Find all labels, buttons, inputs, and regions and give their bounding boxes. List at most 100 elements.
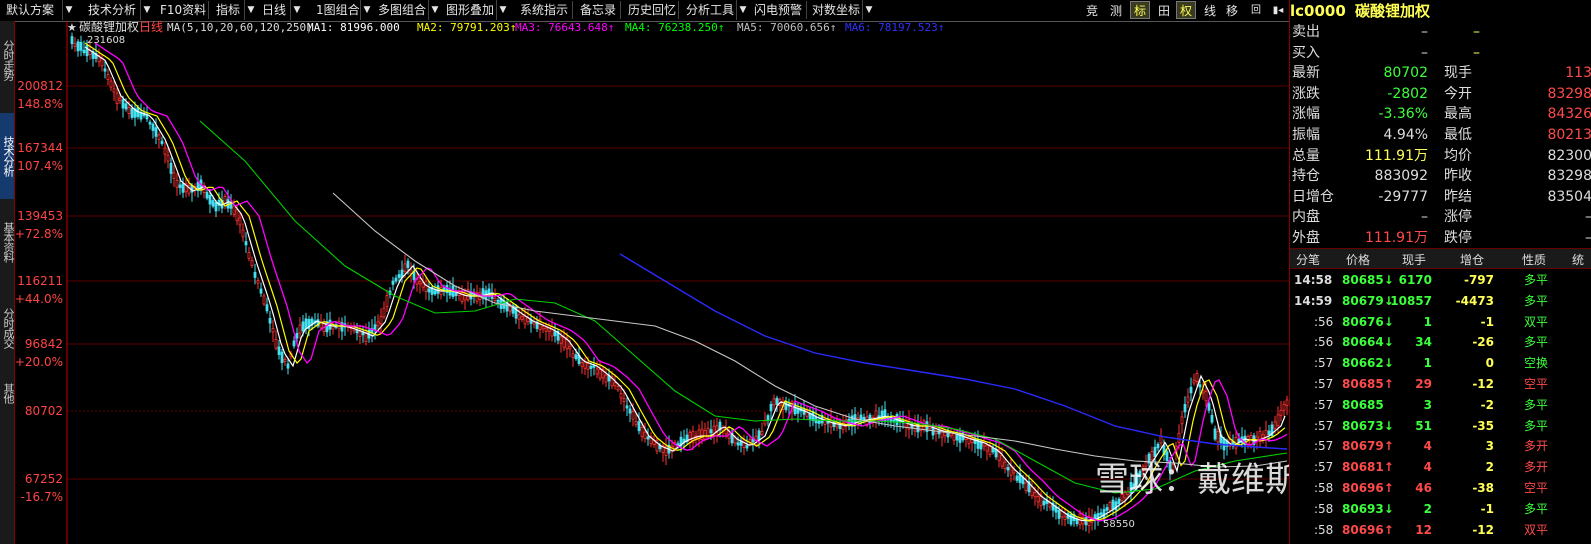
tick-price: 80664↓: [1342, 335, 1394, 350]
candle-body: [433, 290, 437, 295]
tick-row[interactable]: 14:58 80685↓ 6170 -797 多平: [1290, 270, 1591, 290]
y-axis-pct-label: 148.8%: [17, 97, 63, 111]
grid-icon[interactable]: 田: [1154, 1, 1174, 19]
tool-mark[interactable]: 标: [1130, 1, 1150, 19]
ma-legend-label: MA3: 76643.648↑: [515, 21, 614, 34]
tab-technical-analysis[interactable]: 技术分析: [0, 113, 15, 199]
candle-body: [256, 280, 260, 284]
candle-body: [1000, 454, 1004, 467]
menu-system-indicator[interactable]: 系统指示: [520, 0, 568, 20]
tick-row[interactable]: :57 80685 3 -2 多平: [1290, 395, 1591, 415]
menu-overlay[interactable]: 图形叠加: [446, 0, 494, 20]
menu-default-scheme[interactable]: 默认方案: [6, 0, 54, 20]
menu-flash-alert[interactable]: 闪电预警: [754, 0, 802, 20]
tick-row[interactable]: 14:59 80679↓ 10857 -4473 多平: [1290, 291, 1591, 311]
tick-row[interactable]: :57 80681↑ 4 2 多开: [1290, 457, 1591, 477]
tick-price: 80662↓: [1342, 356, 1394, 371]
tick-price: 80676↓: [1342, 314, 1394, 329]
tool-weight[interactable]: 权: [1176, 1, 1196, 19]
tick-row[interactable]: :57 80679↑ 4 3 多开: [1290, 436, 1591, 456]
tab-time-chart[interactable]: 分时走势: [0, 25, 15, 95]
tick-row[interactable]: :56 80676↓ 1 -1 双平: [1290, 312, 1591, 332]
chevron-down-icon[interactable]: ▼: [62, 0, 75, 20]
chevron-down-icon[interactable]: ▼: [244, 0, 257, 20]
candle-body: [1180, 416, 1184, 425]
col-tick[interactable]: 分笔: [1296, 251, 1320, 268]
menu-f10[interactable]: F10资料: [160, 0, 206, 20]
candle-body: [247, 252, 251, 259]
menu-technical-analysis[interactable]: 技术分析: [88, 0, 136, 20]
quote-label: 最低: [1444, 127, 1472, 143]
candle-body: [1210, 414, 1214, 423]
candle-body: [121, 99, 125, 109]
candle-body: [454, 292, 458, 297]
chevron-down-icon[interactable]: ▼: [496, 0, 509, 20]
candle-body: [481, 288, 485, 299]
menu-indicator[interactable]: 指标: [216, 0, 240, 20]
candle-body: [235, 209, 239, 221]
menu-log-scale[interactable]: 对数坐标: [812, 0, 860, 20]
menu-history[interactable]: 历史回忆: [628, 0, 676, 20]
menu-one-chart[interactable]: 1图组合: [316, 0, 360, 20]
candle-body: [115, 92, 119, 105]
candle-body: [1177, 432, 1181, 443]
tool-compete[interactable]: 竞: [1082, 1, 1102, 19]
candle-body: [1111, 499, 1115, 510]
candle-body: [586, 363, 590, 370]
chevron-down-icon[interactable]: ▼: [290, 0, 303, 20]
menu-daily[interactable]: 日线: [262, 0, 286, 20]
col-price[interactable]: 价格: [1346, 251, 1370, 268]
tick-oi-change: -4473: [1455, 293, 1494, 308]
y-axis-pct-label: +44.0%: [15, 292, 63, 306]
candle-body: [397, 274, 401, 278]
y-axis-price-label: 167344: [17, 141, 63, 155]
tick-row[interactable]: :58 80696↑ 46 -38 空平: [1290, 478, 1591, 498]
tick-row[interactable]: :57 80685↑ 29 -12 空平: [1290, 374, 1591, 394]
menu-memo[interactable]: 备忘录: [580, 0, 616, 20]
tool-measure[interactable]: 测: [1106, 1, 1126, 19]
candle-body: [1099, 512, 1103, 516]
chevron-down-icon[interactable]: ▼: [360, 0, 373, 20]
candle-body: [517, 314, 521, 320]
col-volume[interactable]: 现手: [1402, 251, 1426, 268]
tab-other[interactable]: 其他: [0, 375, 15, 411]
col-stat[interactable]: 统: [1572, 251, 1584, 268]
menu-multi-chart[interactable]: 多图组合: [378, 0, 426, 20]
chevron-down-icon[interactable]: ▼: [140, 0, 153, 20]
tick-row[interactable]: :57 80662↓ 1 0 空换: [1290, 353, 1591, 373]
col-nature[interactable]: 性质: [1522, 251, 1546, 268]
candle-body: [274, 339, 278, 349]
tick-row[interactable]: :56 80664↓ 34 -26 多平: [1290, 332, 1591, 352]
chevron-down-icon[interactable]: ▼: [428, 0, 441, 20]
tick-row[interactable]: :58 80693↓ 2 -1 多平: [1290, 499, 1591, 519]
col-oi-change[interactable]: 增仓: [1460, 251, 1484, 268]
candle-body: [1057, 509, 1061, 519]
candle-body: [1267, 430, 1271, 436]
chevron-down-icon[interactable]: ▼: [736, 0, 749, 20]
candle-body: [295, 332, 299, 339]
tick-oi-change: -26: [1472, 335, 1494, 350]
tool-back[interactable]: 回: [1246, 1, 1266, 19]
contract-name: 碳酸锂加权: [1355, 2, 1431, 20]
tick-time: 14:59: [1294, 293, 1333, 308]
candle-body: [85, 44, 89, 57]
quote-value: –: [1421, 44, 1428, 61]
tab-basic-info[interactable]: 基本资料: [0, 203, 15, 281]
quote-label: 跌停: [1444, 230, 1472, 246]
quote-row: 振幅 4.94% 最低 80213: [1290, 125, 1591, 145]
candle-body: [82, 49, 86, 54]
tick-row[interactable]: :58 80696↑ 12 -12 双平: [1290, 520, 1591, 540]
tool-move[interactable]: 移: [1222, 1, 1242, 19]
quote-value: 80213: [1547, 127, 1591, 143]
candle-body: [496, 299, 500, 303]
tick-row[interactable]: :57 80673↓ 51 -35 多平: [1290, 416, 1591, 436]
quote-label: 持仓: [1292, 168, 1320, 185]
collapse-panel-icon[interactable]: ▮◂: [1268, 1, 1288, 19]
chevron-down-icon[interactable]: ▼: [862, 0, 875, 20]
candle-body: [166, 154, 170, 162]
star-icon[interactable]: ★: [67, 21, 77, 34]
candle-body: [1195, 373, 1199, 382]
menu-analysis-tools[interactable]: 分析工具: [686, 0, 734, 20]
tool-line[interactable]: 线: [1200, 1, 1220, 19]
tab-tick-trades[interactable]: 分时成交: [0, 289, 15, 367]
